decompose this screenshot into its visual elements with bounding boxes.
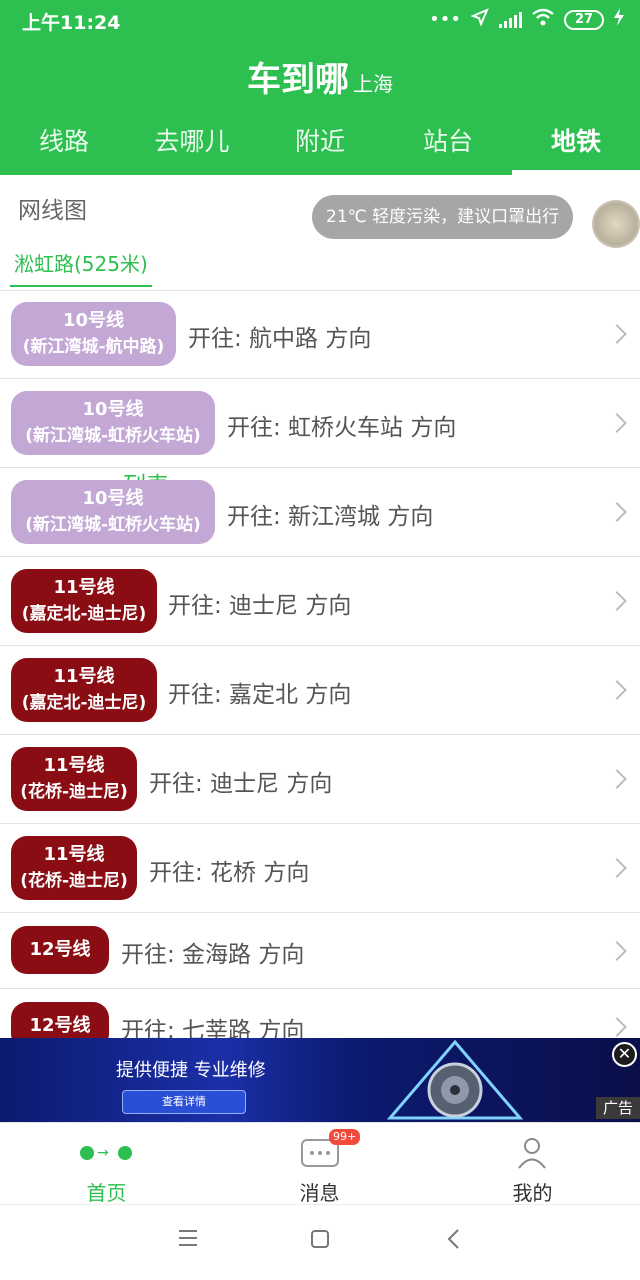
line-badge: 11号线 (花桥-迪士尼) [11, 836, 137, 900]
tab-nearby[interactable]: 附近 [256, 118, 384, 175]
chevron-right-icon [607, 769, 627, 789]
ad-tag: 广告 [596, 1097, 640, 1119]
tab-stations[interactable]: 站台 [384, 118, 512, 175]
direction-label: 开往: 虹桥火车站 方向 [227, 415, 457, 441]
line-badge: 10号线 (新江湾城-航中路) [11, 302, 176, 366]
list-item[interactable]: 12号线 开往: 金海路 方向 [0, 913, 640, 989]
line-badge: 10号线 (新江湾城-虹桥火车站) [11, 480, 215, 544]
back-icon[interactable] [447, 1229, 461, 1249]
chevron-right-icon [607, 502, 627, 522]
line-name: 10号线 [82, 488, 144, 509]
route-dots-icon: → [78, 1143, 134, 1163]
chevron-right-icon [607, 324, 627, 344]
line-route: (花桥-迪士尼) [20, 871, 128, 891]
weather-pill[interactable]: 21℃ 轻度污染，建议口罩出行 [312, 195, 574, 239]
nav-messages[interactable]: 99+ 消息 [213, 1123, 426, 1205]
tab-destination[interactable]: 去哪儿 [128, 118, 256, 175]
line-route: (嘉定北-迪士尼) [21, 693, 147, 713]
line-badge: 10号线 (新江湾城-虹桥火车站) [11, 391, 215, 455]
line-badge: 11号线 (嘉定北-迪士尼) [11, 569, 157, 633]
nav-messages-label: 消息 [299, 1181, 340, 1205]
app-title: 车到哪 上海 [0, 52, 640, 101]
ad-banner[interactable]: 提供便捷 专业维修 查看详情 [0, 1038, 640, 1122]
city-label[interactable]: 上海 [353, 72, 393, 96]
direction-label: 开往: 迪士尼 方向 [149, 771, 333, 797]
signal-icon [499, 11, 522, 28]
status-bar: 上午11:24 ••• 27 [0, 0, 640, 40]
nav-mine[interactable]: 我的 [426, 1123, 639, 1205]
nav-home-label: 首页 [86, 1181, 127, 1205]
tab-metro[interactable]: 地铁 [512, 118, 640, 175]
chevron-right-icon [607, 941, 627, 961]
line-name: 11号线 [43, 844, 105, 865]
ad-close-button[interactable]: ✕ [612, 1042, 637, 1067]
direction-label: 开往: 嘉定北 方向 [168, 682, 352, 708]
line-badge: 12号线 [11, 926, 109, 974]
line-route: (新江湾城-航中路) [22, 337, 165, 357]
main-tabs: 线路 去哪儿 附近 站台 地铁 [0, 118, 640, 175]
list-item[interactable]: 11号线 (嘉定北-迪士尼) 开往: 迪士尼 方向 [0, 557, 640, 646]
nearest-station[interactable]: 淞虹路(525米) [10, 247, 152, 287]
bottom-nav: → 首页 99+ 消息 我的 [0, 1122, 640, 1205]
battery-icon: 27 [564, 9, 604, 30]
direction-label: 开往: 新江湾城 方向 [227, 504, 434, 530]
direction-label: 开往: 花桥 方向 [149, 860, 310, 886]
line-route: (新江湾城-虹桥火车站) [25, 426, 201, 446]
line-name: 11号线 [53, 666, 115, 687]
chevron-right-icon [607, 858, 627, 878]
line-name: 10号线 [62, 310, 125, 331]
location-icon [470, 8, 489, 31]
status-icons: ••• 27 [429, 8, 624, 31]
direction-label: 开往: 航中路 方向 [188, 326, 372, 352]
messages-badge: 99+ [329, 1129, 361, 1145]
metro-line-list: 10号线 (新江湾城-航中路) 开往: 航中路 方向 10号线 (新江湾城-虹桥… [0, 291, 640, 1065]
app-name: 车到哪 [247, 60, 349, 100]
ad-watch-image [386, 1039, 524, 1120]
line-badge: 11号线 (花桥-迪士尼) [11, 747, 137, 811]
direction-label: 开往: 金海路 方向 [121, 942, 305, 968]
line-route: (花桥-迪士尼) [20, 782, 128, 802]
weather-avatar[interactable] [592, 200, 640, 248]
wifi-icon [532, 8, 554, 31]
line-name: 11号线 [43, 755, 105, 776]
line-route: (嘉定北-迪士尼) [21, 604, 147, 624]
tab-lines[interactable]: 线路 [0, 118, 128, 175]
chevron-right-icon [607, 680, 627, 700]
list-item[interactable]: 11号线 (嘉定北-迪士尼) 开往: 嘉定北 方向 [0, 646, 640, 735]
system-nav-bar [0, 1204, 640, 1280]
nav-mine-label: 我的 [512, 1181, 553, 1205]
chevron-right-icon [607, 413, 627, 433]
chevron-right-icon [607, 591, 627, 611]
user-icon [518, 1138, 546, 1169]
chevron-right-icon [607, 1017, 627, 1037]
line-name: 12号线 [29, 939, 91, 960]
line-name: 12号线 [29, 1015, 91, 1036]
line-badge: 11号线 (嘉定北-迪士尼) [11, 658, 157, 722]
menu-icon[interactable] [178, 1229, 198, 1247]
list-item[interactable]: 10号线 (新江湾城-航中路) 开往: 航中路 方向 [0, 291, 640, 379]
line-route: (新江湾城-虹桥火车站) [25, 515, 201, 535]
more-dots-icon: ••• [429, 9, 461, 30]
ad-cta-button[interactable]: 查看详情 [122, 1090, 246, 1114]
list-item[interactable]: 11号线 (花桥-迪士尼) 开往: 花桥 方向 [0, 824, 640, 913]
charging-icon [614, 8, 624, 31]
list-item[interactable]: 10号线 (新江湾城-虹桥火车站) 开往: 新江湾城 方向 [0, 468, 640, 557]
app-header: 上午11:24 ••• 27 车到哪 上海 线路 去哪儿 附近 站台 地铁 [0, 0, 640, 175]
ad-headline: 提供便捷 专业维修 [116, 1060, 266, 1081]
home-square-icon[interactable] [310, 1229, 330, 1249]
list-item[interactable]: 10号线 (新江湾城-虹桥火车站) 开往: 虹桥火车站 方向 [0, 379, 640, 468]
line-name: 11号线 [53, 577, 115, 598]
nav-home[interactable]: → 首页 [0, 1123, 213, 1205]
subtab-network-map[interactable]: 网线图 [18, 191, 87, 225]
line-name: 10号线 [82, 399, 144, 420]
direction-label: 开往: 迪士尼 方向 [168, 593, 352, 619]
list-item[interactable]: 11号线 (花桥-迪士尼) 开往: 迪士尼 方向 [0, 735, 640, 824]
status-time: 上午11:24 [22, 12, 121, 34]
